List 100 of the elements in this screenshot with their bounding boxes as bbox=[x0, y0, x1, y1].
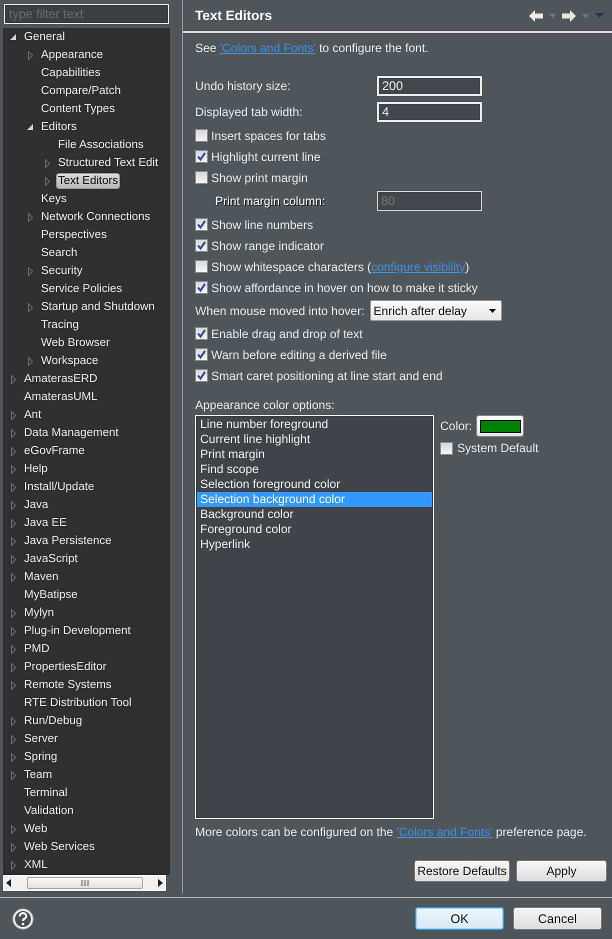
checkbox[interactable] bbox=[195, 150, 208, 163]
collapsed-arrow-icon[interactable] bbox=[11, 842, 16, 852]
scroll-left-icon[interactable] bbox=[6, 879, 11, 887]
back-arrow-icon[interactable] bbox=[529, 10, 543, 22]
input-field[interactable]: 200 bbox=[377, 76, 482, 96]
tree-item[interactable]: JavaScript bbox=[22, 551, 80, 567]
checkbox[interactable] bbox=[195, 369, 208, 382]
tree-item[interactable]: File Associations bbox=[56, 137, 146, 153]
checkbox[interactable] bbox=[195, 348, 208, 361]
view-menu-icon[interactable] bbox=[595, 13, 604, 18]
tree-item[interactable]: Tracing bbox=[39, 317, 81, 333]
tree-item[interactable]: Java bbox=[22, 497, 50, 513]
collapsed-arrow-icon[interactable] bbox=[45, 176, 50, 186]
collapsed-arrow-icon[interactable] bbox=[11, 518, 16, 528]
list-item[interactable]: Background color bbox=[197, 507, 432, 522]
tree-item[interactable]: PMD bbox=[22, 641, 52, 657]
tree-item[interactable]: Web Browser bbox=[39, 335, 112, 351]
horizontal-scrollbar[interactable] bbox=[3, 875, 166, 891]
list-item[interactable]: Line number foreground bbox=[197, 417, 432, 432]
input-field[interactable]: 4 bbox=[377, 102, 482, 122]
expanded-arrow-icon[interactable] bbox=[10, 34, 17, 40]
help-icon[interactable] bbox=[12, 908, 34, 929]
tree-item[interactable]: Server bbox=[22, 731, 60, 747]
collapsed-arrow-icon[interactable] bbox=[11, 428, 16, 438]
list-item[interactable]: Hyperlink bbox=[197, 537, 432, 552]
checkbox[interactable] bbox=[440, 442, 454, 454]
checkbox[interactable] bbox=[195, 327, 208, 340]
collapsed-arrow-icon[interactable] bbox=[11, 662, 16, 672]
dropdown-caret-icon[interactable] bbox=[582, 14, 589, 18]
collapsed-arrow-icon[interactable] bbox=[11, 770, 16, 780]
tree-item[interactable]: Appearance bbox=[39, 47, 106, 63]
collapsed-arrow-icon[interactable] bbox=[28, 302, 33, 312]
tree-item[interactable]: Web Services bbox=[22, 839, 97, 855]
collapsed-arrow-icon[interactable] bbox=[11, 860, 16, 870]
collapsed-arrow-icon[interactable] bbox=[28, 212, 33, 222]
collapsed-arrow-icon[interactable] bbox=[11, 554, 16, 564]
collapsed-arrow-icon[interactable] bbox=[11, 482, 16, 492]
checkbox[interactable] bbox=[195, 129, 208, 142]
expanded-arrow-icon[interactable] bbox=[27, 124, 34, 130]
tree-item[interactable]: RTE Distribution Tool bbox=[22, 695, 134, 711]
tree-item[interactable]: Java Persistence bbox=[22, 533, 114, 549]
tree-item[interactable]: Perspectives bbox=[39, 227, 109, 243]
tree-item[interactable]: AmaterasUML bbox=[22, 389, 100, 405]
tree-item[interactable]: PropertiesEditor bbox=[22, 659, 108, 675]
tree-item[interactable]: Service Policies bbox=[39, 281, 124, 297]
collapsed-arrow-icon[interactable] bbox=[11, 734, 16, 744]
tree-item[interactable]: Plug-in Development bbox=[22, 623, 133, 639]
collapsed-arrow-icon[interactable] bbox=[11, 374, 16, 384]
tree-item[interactable]: Text Editors bbox=[56, 173, 120, 189]
tree-item[interactable]: Team bbox=[22, 767, 54, 783]
tree-item[interactable]: Startup and Shutdown bbox=[39, 299, 157, 315]
tree-item[interactable]: Editors bbox=[39, 119, 79, 135]
collapsed-arrow-icon[interactable] bbox=[11, 500, 16, 510]
tree-item[interactable]: Mylyn bbox=[22, 605, 56, 621]
tree-item[interactable]: Help bbox=[22, 461, 50, 477]
collapsed-arrow-icon[interactable] bbox=[11, 626, 16, 636]
restore-defaults-button[interactable]: Restore Defaults bbox=[414, 860, 510, 882]
list-item[interactable]: Foreground color bbox=[197, 522, 432, 537]
tree-item[interactable]: General bbox=[22, 29, 67, 45]
tree-item[interactable]: Ant bbox=[22, 407, 44, 423]
tree-item[interactable]: MyBatipse bbox=[22, 587, 80, 603]
collapsed-arrow-icon[interactable] bbox=[11, 680, 16, 690]
forward-arrow-icon[interactable] bbox=[562, 10, 576, 22]
list-item[interactable]: Find scope bbox=[197, 462, 432, 477]
scroll-right-icon[interactable] bbox=[158, 879, 163, 887]
grip-icon[interactable] bbox=[80, 880, 88, 886]
tree-item[interactable]: Spring bbox=[22, 749, 60, 765]
list-item[interactable]: Print margin bbox=[197, 447, 432, 462]
dropdown-caret-icon[interactable] bbox=[549, 14, 556, 18]
tree-item[interactable]: Remote Systems bbox=[22, 677, 114, 693]
list-item[interactable]: Selection foreground color bbox=[197, 477, 432, 492]
tree-item[interactable]: Terminal bbox=[22, 785, 70, 801]
collapsed-arrow-icon[interactable] bbox=[11, 536, 16, 546]
hover-dropdown[interactable]: Enrich after delay bbox=[370, 300, 502, 321]
tree-item[interactable]: Workspace bbox=[39, 353, 100, 369]
collapsed-arrow-icon[interactable] bbox=[28, 356, 33, 366]
tree-item[interactable]: Compare/Patch bbox=[39, 83, 123, 99]
cancel-button[interactable]: Cancel bbox=[513, 907, 602, 930]
collapsed-arrow-icon[interactable] bbox=[11, 572, 16, 582]
apply-button[interactable]: Apply bbox=[516, 860, 607, 882]
tree-item[interactable]: Keys bbox=[39, 191, 69, 207]
collapsed-arrow-icon[interactable] bbox=[11, 644, 16, 654]
collapsed-arrow-icon[interactable] bbox=[28, 266, 33, 276]
collapsed-arrow-icon[interactable] bbox=[45, 158, 50, 168]
tree-item[interactable]: Structured Text Edit bbox=[56, 155, 160, 171]
checkbox[interactable] bbox=[195, 171, 208, 184]
tree-item[interactable]: Maven bbox=[22, 569, 61, 585]
tree-item[interactable]: Java EE bbox=[22, 515, 69, 531]
collapsed-arrow-icon[interactable] bbox=[11, 752, 16, 762]
checkbox[interactable] bbox=[195, 281, 208, 294]
list-item[interactable]: Current line highlight bbox=[197, 432, 432, 447]
collapsed-arrow-icon[interactable] bbox=[28, 50, 33, 60]
checkbox[interactable] bbox=[195, 218, 208, 231]
collapsed-arrow-icon[interactable] bbox=[11, 446, 16, 456]
tree-item[interactable]: Validation bbox=[22, 803, 76, 819]
collapsed-arrow-icon[interactable] bbox=[11, 824, 16, 834]
tree-item[interactable]: Content Types bbox=[39, 101, 117, 117]
collapsed-arrow-icon[interactable] bbox=[11, 464, 16, 474]
ok-button[interactable]: OK bbox=[415, 907, 504, 930]
checkbox[interactable] bbox=[195, 260, 208, 273]
